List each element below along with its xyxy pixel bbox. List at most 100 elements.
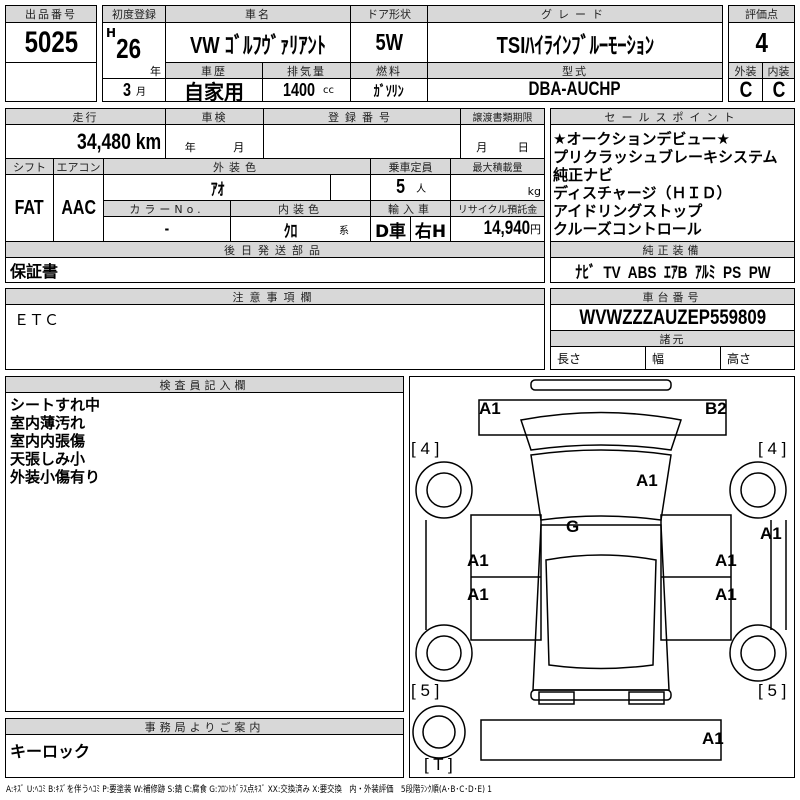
capacity: 5人 bbox=[370, 174, 451, 201]
ext-label: 外装 bbox=[728, 62, 763, 79]
steering: 右H bbox=[410, 216, 451, 242]
recycle-label: リサイクル預託金 bbox=[450, 200, 545, 217]
damage-mark: [ 5 ] bbox=[411, 681, 440, 700]
color-no: - bbox=[103, 216, 231, 242]
first-reg-year: H 26 年 bbox=[102, 22, 166, 79]
sales-item: クルーズコントロール bbox=[553, 220, 702, 238]
inspector-item: 室内薄汚れ bbox=[10, 414, 86, 432]
damage-mark: A1 bbox=[636, 471, 658, 490]
door-label: ドア形状 bbox=[350, 5, 428, 23]
length: 長さ bbox=[550, 346, 646, 370]
lot-number: 5025 bbox=[5, 22, 97, 63]
parts-label: 後日発送部品 bbox=[5, 241, 545, 258]
score-label: 評価点 bbox=[728, 5, 795, 23]
color-extra bbox=[330, 174, 371, 201]
sales-label: セールスポイント bbox=[550, 108, 795, 125]
inspector-notes: シートすれ中 室内薄汚れ 室内内張傷 天張しみ小 外装小傷有り bbox=[5, 392, 404, 712]
transfer-date: 月日 bbox=[460, 124, 545, 159]
inspection-date: 年月 bbox=[165, 124, 264, 159]
load: kg bbox=[450, 174, 545, 201]
parts: 保証書 bbox=[5, 257, 545, 283]
equipment: ﾅﾋﾞ TV ABS ｴｱB ｱﾙﾐ PS PW bbox=[550, 257, 795, 283]
damage-mark: [ 4 ] bbox=[411, 439, 440, 458]
damage-mark: G bbox=[566, 517, 580, 536]
mileage: 34,480 km bbox=[5, 124, 166, 159]
capacity-label: 乗車定員 bbox=[370, 158, 451, 175]
car-name-label: 車名 bbox=[165, 5, 351, 23]
color-no-label: カラーNo. bbox=[103, 200, 231, 217]
inspector-item: 外装小傷有り bbox=[10, 468, 101, 486]
damage-mark: [ 5 ] bbox=[758, 681, 787, 700]
score: 4 bbox=[728, 22, 795, 63]
damage-mark: A1 bbox=[467, 551, 489, 570]
spec-label: 諸元 bbox=[550, 330, 795, 347]
damage-diagram: A1 B2 [ 4 ] [ 4 ] A1 G A1 A1 A1 A1 A1 [ … bbox=[409, 376, 795, 778]
inspection-label: 車検 bbox=[165, 108, 264, 125]
model: DBA-AUCHP bbox=[427, 78, 723, 102]
load-label: 最大積載量 bbox=[450, 158, 545, 175]
car-outline bbox=[412, 379, 787, 761]
grade: TSIﾊｲﾗｲﾝﾌﾞﾙｰﾓｰｼｮﾝ bbox=[427, 22, 723, 63]
sales-item: プリクラッシュブレーキシステム bbox=[553, 148, 778, 166]
ext-grade: C bbox=[728, 78, 763, 102]
chassis-label: 車台番号 bbox=[550, 288, 795, 305]
legend: A:ｷｽﾞ U:ﾍｺﾐ B:ｷｽﾞを伴うﾍｺﾐ P:要塗装 W:補修跡 S:錆 … bbox=[6, 785, 492, 795]
interior-color: ｸﾛ系 bbox=[230, 216, 371, 242]
import-type: D車 bbox=[370, 216, 411, 242]
office-label: 事務局よりご案内 bbox=[5, 718, 404, 735]
damage-mark: B2 bbox=[705, 399, 727, 418]
height: 高さ bbox=[720, 346, 795, 370]
damage-mark: A1 bbox=[760, 524, 782, 543]
history-label: 車歴 bbox=[165, 62, 263, 79]
damage-mark: [ T ] bbox=[424, 755, 453, 774]
damage-mark: A1 bbox=[715, 585, 737, 604]
sales-item: アイドリングストップ bbox=[553, 202, 703, 220]
shift-label: シフト bbox=[5, 158, 54, 175]
sales-item: ディスチャージ（ＨＩＤ） bbox=[553, 184, 732, 202]
ac: AAC bbox=[53, 174, 104, 242]
inspector-label: 検査員記入欄 bbox=[5, 376, 404, 393]
office-notes: キーロック bbox=[5, 734, 404, 778]
notes-label: 注意事項欄 bbox=[5, 288, 545, 305]
mileage-label: 走行 bbox=[5, 108, 166, 125]
damage-mark: A1 bbox=[702, 729, 724, 748]
inspector-item: シートすれ中 bbox=[10, 396, 101, 414]
import-label: 輸入車 bbox=[370, 200, 451, 217]
fuel: ｶﾞｿﾘﾝ bbox=[350, 78, 428, 102]
int-label: 内装 bbox=[762, 62, 795, 79]
damage-mark: A1 bbox=[467, 585, 489, 604]
color: ｱｵ bbox=[103, 174, 331, 201]
recycle-fee: 14,940 円 bbox=[450, 216, 545, 242]
lot-blank bbox=[5, 62, 97, 102]
reg-no bbox=[263, 124, 461, 159]
shift: FAT bbox=[5, 174, 54, 242]
first-reg-month: 3月 bbox=[102, 78, 166, 102]
car-name: VW ｺﾞﾙﾌｳﾞｧﾘｱﾝﾄ bbox=[165, 22, 351, 63]
door-type: 5W bbox=[350, 22, 428, 63]
displacement: 1400 cc bbox=[262, 78, 351, 102]
reg-no-label: 登録番号 bbox=[263, 108, 461, 125]
history: 自家用 bbox=[165, 78, 263, 102]
transfer-label: 譲渡書類期限 bbox=[460, 108, 545, 125]
lot-label: 出品番号 bbox=[5, 5, 97, 23]
fuel-label: 燃料 bbox=[350, 62, 428, 79]
damage-mark: A1 bbox=[479, 399, 501, 418]
chassis-number: WVWZZZAUZEP559809 bbox=[550, 304, 795, 331]
ac-label: エアコン bbox=[53, 158, 104, 175]
sales-item: ★オークションデビュー★ bbox=[553, 130, 730, 148]
inspector-item: 天張しみ小 bbox=[10, 450, 86, 468]
color-label: 外装色 bbox=[103, 158, 371, 175]
width: 幅 bbox=[645, 346, 721, 370]
int-grade: C bbox=[762, 78, 795, 102]
first-reg-label: 初度登録 bbox=[102, 5, 166, 23]
sales-item: 純正ナビ bbox=[553, 166, 614, 184]
damage-mark: [ 4 ] bbox=[758, 439, 787, 458]
inspector-item: 室内内張傷 bbox=[10, 432, 86, 450]
grade-label: グレード bbox=[427, 5, 723, 23]
equip-label: 純正装備 bbox=[550, 241, 795, 258]
notes: ＥＴＣ bbox=[5, 304, 545, 370]
displacement-label: 排気量 bbox=[262, 62, 351, 79]
interior-label: 内装色 bbox=[230, 200, 371, 217]
sales-points: ★オークションデビュー★ プリクラッシュブレーキシステム 純正ナビ ディスチャー… bbox=[550, 124, 795, 242]
model-label: 型式 bbox=[427, 62, 723, 79]
